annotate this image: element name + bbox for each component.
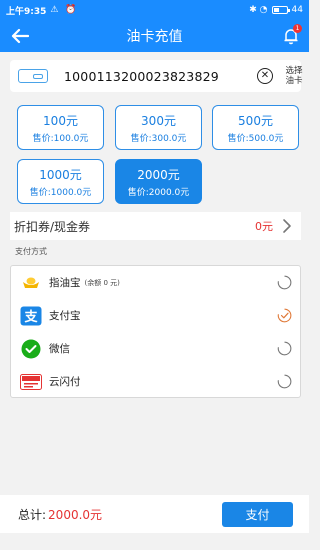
payment-method-zhiyoubao[interactable]: 指油宝 (余额 0 元) [11,266,300,299]
payment-method-label: 微信 [49,343,70,355]
page-title: 油卡充值 [126,29,183,45]
payment-method-label: 指油宝 [49,277,81,289]
payment-method-label: 支付宝 [49,310,81,322]
bottom-total-bar: 总计: 2000.0元 支付 [0,495,309,533]
amount-option-2000[interactable]: 2000元 售价:2000.0元 [115,159,202,204]
amount-option-500[interactable]: 500元 售价:500.0元 [212,105,299,150]
clear-button[interactable]: ✕ [257,68,273,84]
amount-value: 500元 [238,113,273,128]
svg-text:支: 支 [23,309,38,325]
battery-level [273,8,279,12]
amount-value: 2000元 [137,167,180,182]
gold-ingot-icon [19,273,43,293]
unionpay-icon [19,372,43,392]
amount-price: 售价:300.0元 [130,133,187,144]
amount-price: 售价:1000.0元 [29,187,92,198]
card-number-row: 1000113200023823829 ✕ 选择油卡 [10,60,303,92]
amount-price: 售价:100.0元 [32,133,89,144]
status-bar: 上午9:35 ⚠ ⏰ ✱ ◔ 44 [0,0,309,20]
radio-unselected-icon[interactable] [277,341,292,356]
pay-button[interactable]: 支付 [222,502,293,527]
wechat-icon [19,339,43,359]
header-bar: 油卡充值 1 [0,20,309,52]
amount-option-300[interactable]: 300元 售价:300.0元 [115,105,202,150]
balance-note: (余额 0 元) [84,278,120,287]
status-time: 上午9:35 [6,6,47,17]
payment-method-unionpay[interactable]: 云闪付 [11,365,300,398]
radio-selected-icon[interactable] [277,308,292,323]
amount-value: 300元 [141,113,176,128]
card-number: 1000113200023823829 [64,68,219,84]
radio-unselected-icon[interactable] [277,374,292,389]
discount-label: 折扣券/现金券 [14,219,91,234]
amount-value: 1000元 [39,167,82,182]
select-card-button[interactable]: 选择油卡 [283,66,305,86]
battery-icon [271,6,290,14]
notification-button[interactable]: 1 [281,24,302,46]
amount-price: 售价:2000.0元 [127,187,190,198]
card-icon [18,69,48,83]
status-right: ✱ ◔ 44 [249,5,303,15]
amount-value: 100元 [43,113,78,128]
close-icon: ✕ [260,70,270,81]
payment-method-list: 指油宝 (余额 0 元) 支 支付宝 微信 云闪付 [10,265,301,398]
payment-method-wechat[interactable]: 微信 [11,332,300,365]
radio-unselected-icon[interactable] [277,275,292,290]
alipay-icon: 支 [19,306,43,326]
status-alarm-icons: ⚠ ⏰ [50,5,79,15]
chevron-right-icon [283,219,291,233]
payment-section-label: 支付方式 [15,247,47,256]
discount-value: 0元 [255,220,273,233]
amount-price: 售价:500.0元 [227,133,284,144]
total-amount: 2000.0元 [48,507,103,522]
payment-method-label: 云闪付 [49,376,81,388]
notification-badge: 1 [293,24,302,33]
battery-percent: 44 [291,5,303,15]
back-arrow-icon [11,28,29,44]
back-button[interactable] [8,25,32,47]
wifi-signal-icon: ✱ ◔ [249,5,268,15]
amount-option-1000[interactable]: 1000元 售价:1000.0元 [17,159,104,204]
discount-coupon-row[interactable]: 折扣券/现金券 0元 [10,212,301,240]
payment-method-alipay[interactable]: 支 支付宝 [11,299,300,332]
amount-option-100[interactable]: 100元 售价:100.0元 [17,105,104,150]
total-label: 总计: [18,507,47,522]
